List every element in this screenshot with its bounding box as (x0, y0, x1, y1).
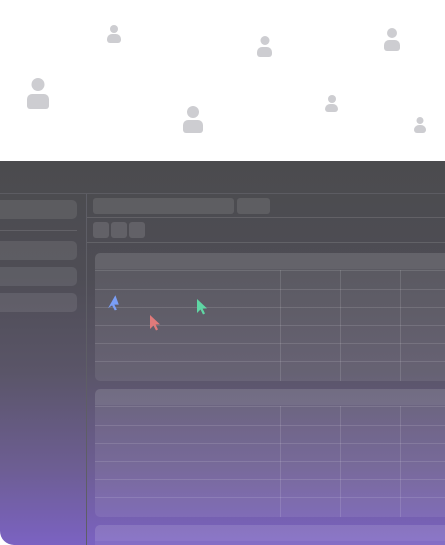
table-header (95, 525, 445, 541)
sidebar-item[interactable] (0, 241, 77, 260)
user-avatar-icon (384, 28, 400, 51)
header-bar (87, 194, 445, 218)
user-avatar-icon (325, 95, 338, 112)
toolbar-button[interactable] (129, 222, 145, 238)
data-table (95, 389, 445, 517)
collaborators-area (0, 0, 445, 160)
toolbar-button[interactable] (111, 222, 127, 238)
user-avatar-icon (27, 78, 49, 109)
sidebar-item[interactable] (0, 267, 77, 286)
sidebar (0, 194, 87, 545)
breadcrumb[interactable] (93, 198, 234, 214)
collaborator-cursor-red-icon (150, 315, 160, 331)
user-avatar-icon (257, 36, 272, 57)
sidebar-item[interactable] (0, 293, 77, 312)
table-header (95, 389, 445, 405)
collaborator-cursor-green-icon (197, 299, 207, 315)
app-titlebar (0, 161, 445, 194)
data-table (95, 525, 445, 545)
user-avatar-icon (414, 117, 426, 133)
app-window (0, 161, 445, 545)
user-avatar-icon (107, 25, 121, 43)
sidebar-item[interactable] (0, 200, 77, 219)
user-avatar-icon (183, 106, 203, 133)
header-tab[interactable] (237, 198, 270, 214)
sidebar-divider (0, 230, 77, 231)
table-header (95, 253, 445, 269)
toolbar-button[interactable] (93, 222, 109, 238)
toolbar (87, 218, 445, 243)
collaborator-cursor-blue-icon (108, 295, 119, 311)
